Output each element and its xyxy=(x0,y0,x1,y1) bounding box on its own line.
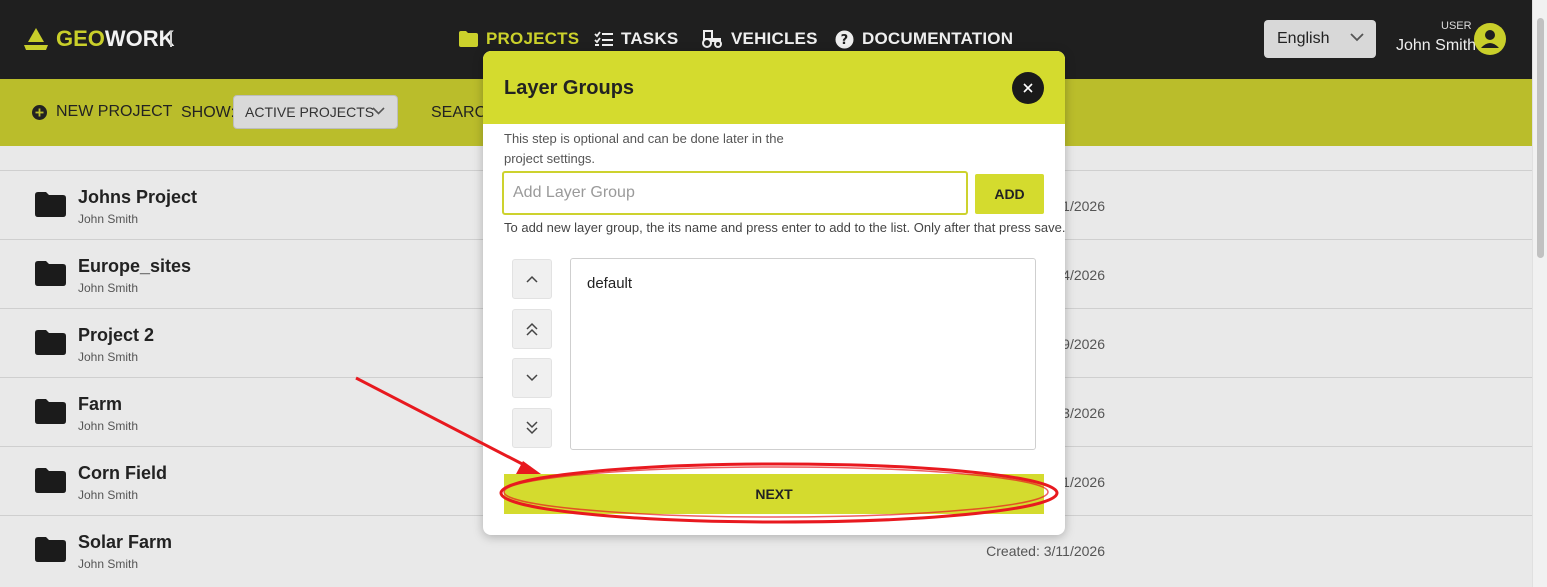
nav-documentation-label: DOCUMENTATION xyxy=(862,29,1014,48)
move-to-bottom-button[interactable] xyxy=(512,408,552,448)
project-name: Solar Farm xyxy=(78,532,173,552)
add-circle-icon xyxy=(32,104,47,120)
project-owner: John Smith xyxy=(78,281,139,295)
double-chevron-up-icon xyxy=(526,322,538,336)
close-button[interactable] xyxy=(1012,72,1044,104)
double-chevron-down-icon xyxy=(526,421,538,435)
nav-tasks-label: TASKS xyxy=(621,29,679,48)
project-name: Farm xyxy=(78,394,123,414)
chevron-down-icon xyxy=(526,374,538,382)
chevron-down-icon xyxy=(372,107,385,115)
show-filter-select[interactable]: ACTIVE PROJECTS xyxy=(233,95,398,129)
project-date: 9/2026 xyxy=(1062,336,1105,352)
project-date: 1/2026 xyxy=(1062,474,1105,490)
folder-icon xyxy=(35,537,66,562)
language-select[interactable]: English xyxy=(1264,20,1376,58)
new-project-label: NEW PROJECT xyxy=(56,103,173,120)
show-label: SHOW: xyxy=(181,104,235,121)
user-caption: USER xyxy=(1441,20,1472,32)
chevron-down-icon xyxy=(1350,33,1364,42)
project-name: Johns Project xyxy=(78,187,198,207)
page-scrollbar[interactable] xyxy=(1532,0,1547,587)
dialog-header: Layer Groups xyxy=(483,51,1065,124)
nav-documentation[interactable]: ? DOCUMENTATION xyxy=(835,27,1013,51)
project-name: Project 2 xyxy=(78,325,155,345)
svg-text:?: ? xyxy=(841,33,849,48)
nav-projects[interactable]: PROJECTS xyxy=(459,27,579,51)
add-layer-group-button[interactable]: ADD xyxy=(975,174,1044,214)
project-owner: John Smith xyxy=(78,350,139,364)
nav-vehicles[interactable]: VEHICLES xyxy=(701,27,818,51)
logo-divider xyxy=(170,31,172,47)
folder-icon xyxy=(35,261,66,286)
nav-projects-label: PROJECTS xyxy=(486,29,580,48)
task-list-icon xyxy=(594,31,613,46)
logo-text-geo: GEO xyxy=(56,26,105,51)
language-value: English xyxy=(1277,30,1330,47)
layer-groups-dialog: Layer Groups This step is optional and c… xyxy=(483,51,1065,535)
project-date: 3/2026 xyxy=(1062,405,1105,421)
show-filter-value: ACTIVE PROJECTS xyxy=(245,104,375,120)
folder-icon xyxy=(35,330,66,355)
move-down-button[interactable] xyxy=(512,358,552,398)
layer-group-item[interactable]: default xyxy=(587,275,632,292)
folder-icon xyxy=(35,399,66,424)
tractor-icon xyxy=(702,30,722,48)
project-owner: John Smith xyxy=(78,212,139,226)
user-avatar-icon[interactable] xyxy=(1474,23,1506,55)
dialog-description: This step is optional and can be done la… xyxy=(504,131,784,166)
project-owner: John Smith xyxy=(78,419,139,433)
project-name: Europe_sites xyxy=(78,256,192,276)
layer-group-hint: To add new layer group, the its name and… xyxy=(504,220,1065,235)
project-name: Corn Field xyxy=(78,463,167,483)
folder-icon xyxy=(35,468,66,493)
next-button[interactable]: NEXT xyxy=(504,474,1044,514)
layer-group-input[interactable] xyxy=(502,171,968,215)
nav-vehicles-label: VEHICLES xyxy=(731,29,818,48)
folder-icon xyxy=(459,31,478,47)
user-name[interactable]: John Smith xyxy=(1396,37,1476,55)
help-circle-icon: ? xyxy=(835,30,854,48)
close-icon xyxy=(1023,83,1033,93)
project-owner: John Smith xyxy=(78,557,139,571)
project-owner: John Smith xyxy=(78,488,139,502)
app-logo[interactable]: GEO WORK xyxy=(22,24,175,54)
layer-group-list[interactable]: default xyxy=(570,258,1036,450)
project-date: 4/2026 xyxy=(1062,267,1105,283)
new-project-button[interactable]: NEW PROJECT xyxy=(32,103,172,121)
geowork-logo-icon xyxy=(24,28,48,50)
move-to-top-button[interactable] xyxy=(512,309,552,349)
folder-icon xyxy=(35,192,66,217)
move-up-button[interactable] xyxy=(512,259,552,299)
project-date: Created: 3/11/2026 xyxy=(986,543,1105,559)
logo-text-work: WORK xyxy=(104,26,175,51)
scrollbar-thumb[interactable] xyxy=(1537,18,1544,258)
avatar-glyph xyxy=(1481,30,1499,48)
nav-tasks[interactable]: TASKS xyxy=(594,27,678,51)
chevron-up-icon xyxy=(526,275,538,283)
dialog-title: Layer Groups xyxy=(504,77,635,99)
